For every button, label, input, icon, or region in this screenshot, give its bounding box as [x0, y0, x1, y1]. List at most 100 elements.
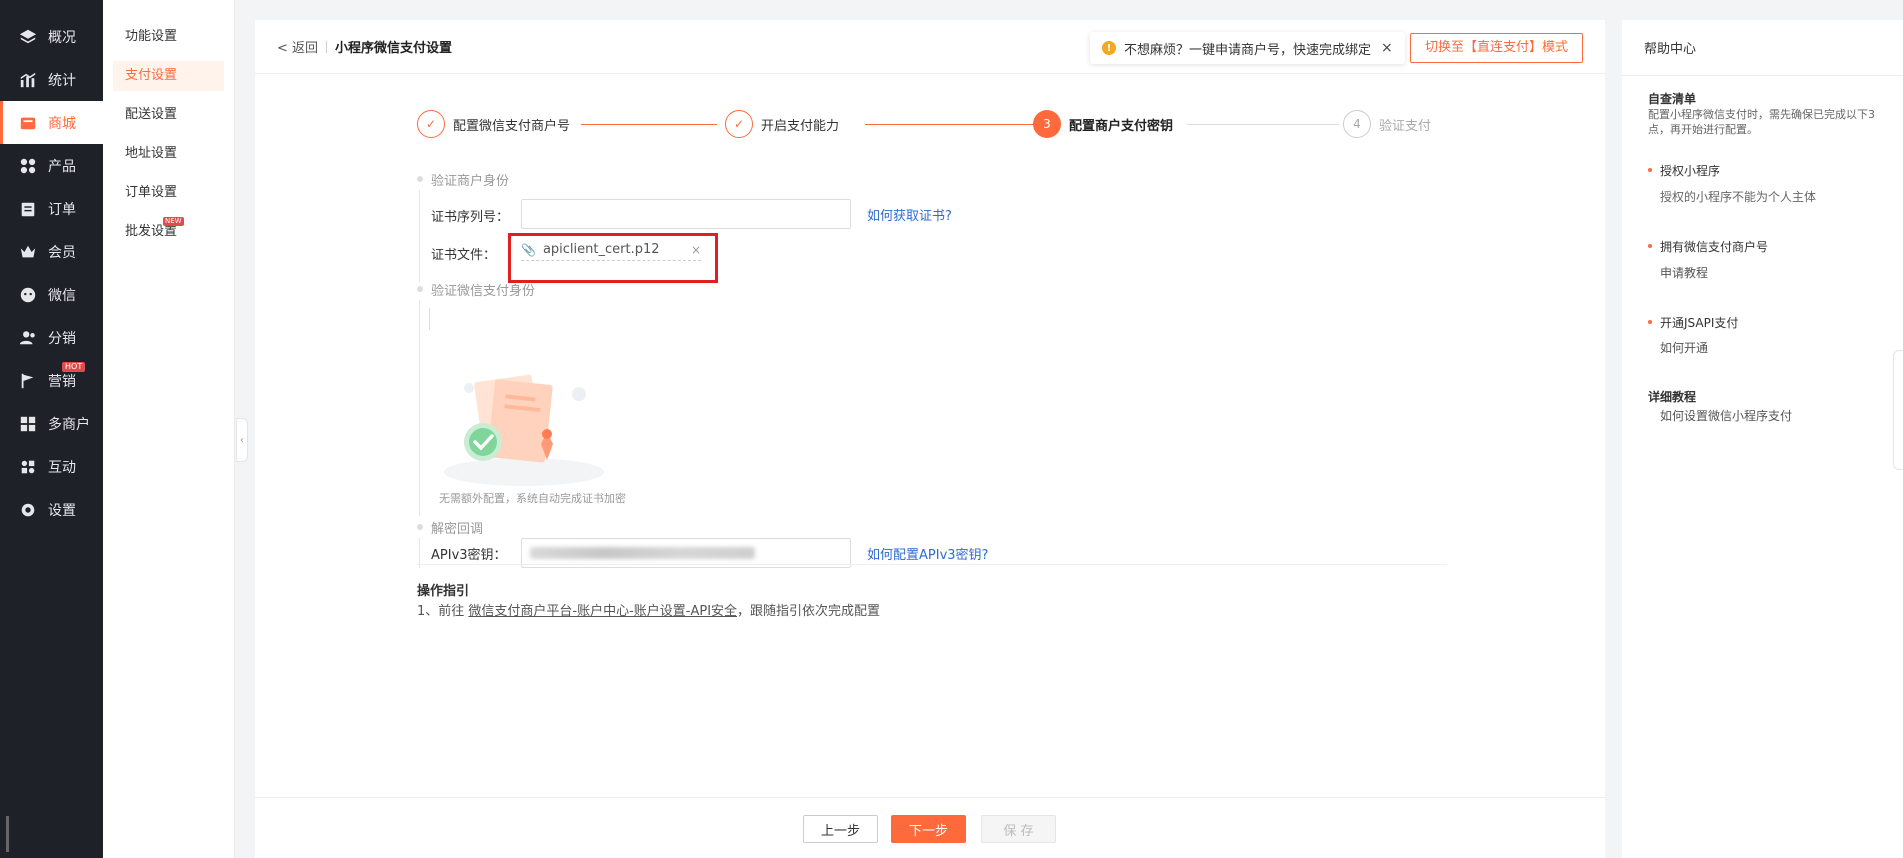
nav-item-label: 统计 [48, 72, 76, 89]
submenu-item-delivery[interactable]: 配送设置 [113, 100, 224, 130]
enable-jsapi-link[interactable]: 如何开通 [1660, 339, 1708, 356]
nav-item-label: 营销 [48, 373, 76, 390]
submenu-item-wholesale[interactable]: 批发设置 NEW [113, 217, 224, 247]
chevron-left-icon: ‹ [240, 434, 244, 446]
submenu-item-payment[interactable]: 支付设置 [113, 61, 224, 91]
nav-item-label: 设置 [48, 502, 76, 519]
step-label: 开启支付能力 [761, 118, 840, 134]
guide-prefix: 1、前往 [417, 604, 469, 619]
submenu-item-order[interactable]: 订单设置 [113, 178, 224, 208]
users-icon [18, 328, 38, 348]
cert-help-link[interactable]: 如何获取证书? [867, 205, 952, 224]
gear-icon [18, 500, 38, 520]
checklist-item-merchant: 拥有微信支付商户号 [1648, 238, 1768, 255]
grid-icon [18, 156, 38, 176]
section-verify-merchant: 验证商户身份 [417, 170, 509, 189]
nav-item-label: 多商户 [48, 416, 90, 433]
nav-item-stats[interactable]: 统计 [0, 58, 103, 101]
check-icon: ✓ [417, 110, 445, 138]
auto-config-hint: 无需额外配置，系统自动完成证书加密 [439, 492, 626, 505]
nav-item-settings[interactable]: 设置 [0, 488, 103, 531]
remove-file-icon[interactable]: × [691, 243, 701, 257]
nav-item-interaction[interactable]: 互动 [0, 445, 103, 488]
close-icon[interactable]: × [1381, 40, 1393, 56]
nav-item-label: 产品 [48, 158, 76, 175]
next-step-button[interactable]: 下一步 [891, 815, 966, 843]
flag-icon [18, 371, 38, 391]
help-center-panel: 帮助中心 自查清单 配置小程序微信支付时，需先确保已完成以下3点，再开始进行配置… [1622, 20, 1903, 858]
guide-title: 操作指引 [417, 584, 470, 599]
submenu-item-label: 批发设置 [125, 224, 178, 239]
clipboard-icon [18, 199, 38, 219]
new-badge: NEW [163, 217, 184, 226]
cert-serial-input[interactable] [521, 199, 851, 229]
step-3: 3 配置商户支付密钥 [1033, 110, 1173, 138]
nav-item-orders[interactable]: 订单 [0, 187, 103, 230]
guide-suffix: ，跟随指引依次完成配置 [737, 604, 881, 619]
cert-file-item[interactable]: 📎 apiclient_cert.p12 × [521, 242, 701, 261]
tutorial-link[interactable]: 如何设置微信小程序支付 [1660, 407, 1792, 424]
nav-item-products[interactable]: 产品 [0, 144, 103, 187]
cert-file-label: 证书文件： [431, 248, 497, 263]
page-title: 小程序微信支付设置 [335, 41, 453, 56]
nav-item-label: 会员 [48, 244, 76, 261]
layers-icon [18, 27, 38, 47]
certificate-illustration [444, 374, 604, 486]
side-drawer-tab[interactable] [1893, 350, 1903, 470]
prev-step-button[interactable]: 上一步 [803, 815, 878, 843]
back-link[interactable]: < 返回 [277, 37, 318, 56]
section-verify-wechat: 验证微信支付身份 [417, 280, 535, 299]
main-panel: < 返回 小程序微信支付设置 ! 不想麻烦？一键申请商户号，快速完成绑定 × 切… [255, 20, 1605, 858]
switch-direct-pay-button[interactable]: 切换至【直连支付】模式 [1409, 33, 1583, 63]
submenu-item-address[interactable]: 地址设置 [113, 139, 224, 169]
header-divider [326, 40, 328, 53]
crown-icon [18, 242, 38, 262]
step-connector [581, 124, 717, 125]
hot-badge: HOT [62, 362, 86, 372]
nav-item-label: 商城 [48, 115, 76, 132]
section-line [419, 190, 420, 282]
collapse-submenu-button[interactable]: ‹ [236, 418, 248, 462]
step-connector [865, 124, 1037, 125]
help-title: 帮助中心 [1644, 42, 1697, 57]
shop-icon [18, 113, 38, 133]
section-decrypt-callback: 解密回调 [417, 518, 483, 537]
placeholder-line [429, 308, 430, 330]
apply-tutorial-link[interactable]: 申请教程 [1660, 264, 1708, 281]
sub-menu: 功能设置 支付设置 配送设置 地址设置 订单设置 批发设置 NEW [103, 0, 235, 858]
section-line [419, 300, 420, 516]
apiv3-help-link[interactable]: 如何配置APIv3密钥? [867, 544, 988, 563]
step-2: ✓ 开启支付能力 [725, 110, 839, 138]
apiv3-label: APIv3密钥： [431, 548, 507, 563]
nav-item-mall[interactable]: 商城 [0, 101, 103, 144]
stepper: ✓ 配置微信支付商户号 ✓ 开启支付能力 3 配置商户支付密钥 4 验证支付 [417, 110, 1437, 140]
checklist-desc: 配置小程序微信支付时，需先确保已完成以下3点，再开始进行配置。 [1648, 108, 1875, 136]
checklist-item-jsapi: 开通JSAPI支付 [1648, 314, 1738, 331]
apply-notice: ! 不想麻烦？一键申请商户号，快速完成绑定 × [1090, 32, 1405, 64]
nav-item-multi-merchant[interactable]: 多商户 [0, 402, 103, 445]
footer-bar: 上一步 下一步 保 存 [255, 797, 1605, 858]
save-button[interactable]: 保 存 [981, 815, 1056, 843]
check-icon: ✓ [725, 110, 753, 138]
notice-text: 不想麻烦？一键申请商户号，快速完成绑定 [1124, 42, 1372, 58]
checklist-detail: 授权的小程序不能为个人主体 [1660, 190, 1817, 204]
nav-item-overview[interactable]: 概况 [0, 15, 103, 58]
step-1: ✓ 配置微信支付商户号 [417, 110, 570, 138]
nav-item-label: 微信 [48, 287, 76, 304]
nav-item-marketing[interactable]: 营销 HOT [0, 359, 103, 402]
tutorial-title: 详细教程 [1648, 390, 1697, 404]
store-icon [18, 414, 38, 434]
warning-icon: ! [1102, 41, 1116, 55]
step-number: 3 [1033, 110, 1061, 138]
nav-item-members[interactable]: 会员 [0, 230, 103, 273]
form-divider [417, 564, 1447, 565]
apps-icon [18, 457, 38, 477]
checklist-title: 自查清单 [1648, 92, 1697, 106]
submenu-item-function[interactable]: 功能设置 [113, 22, 224, 52]
nav-item-distribution[interactable]: 分销 [0, 316, 103, 359]
masked-key [530, 547, 755, 559]
step-label: 验证支付 [1379, 118, 1432, 134]
merchant-platform-link[interactable]: 微信支付商户平台-账户中心-账户设置-API安全 [468, 604, 737, 619]
nav-item-label: 订单 [48, 201, 76, 218]
nav-item-wechat[interactable]: 微信 [0, 273, 103, 316]
